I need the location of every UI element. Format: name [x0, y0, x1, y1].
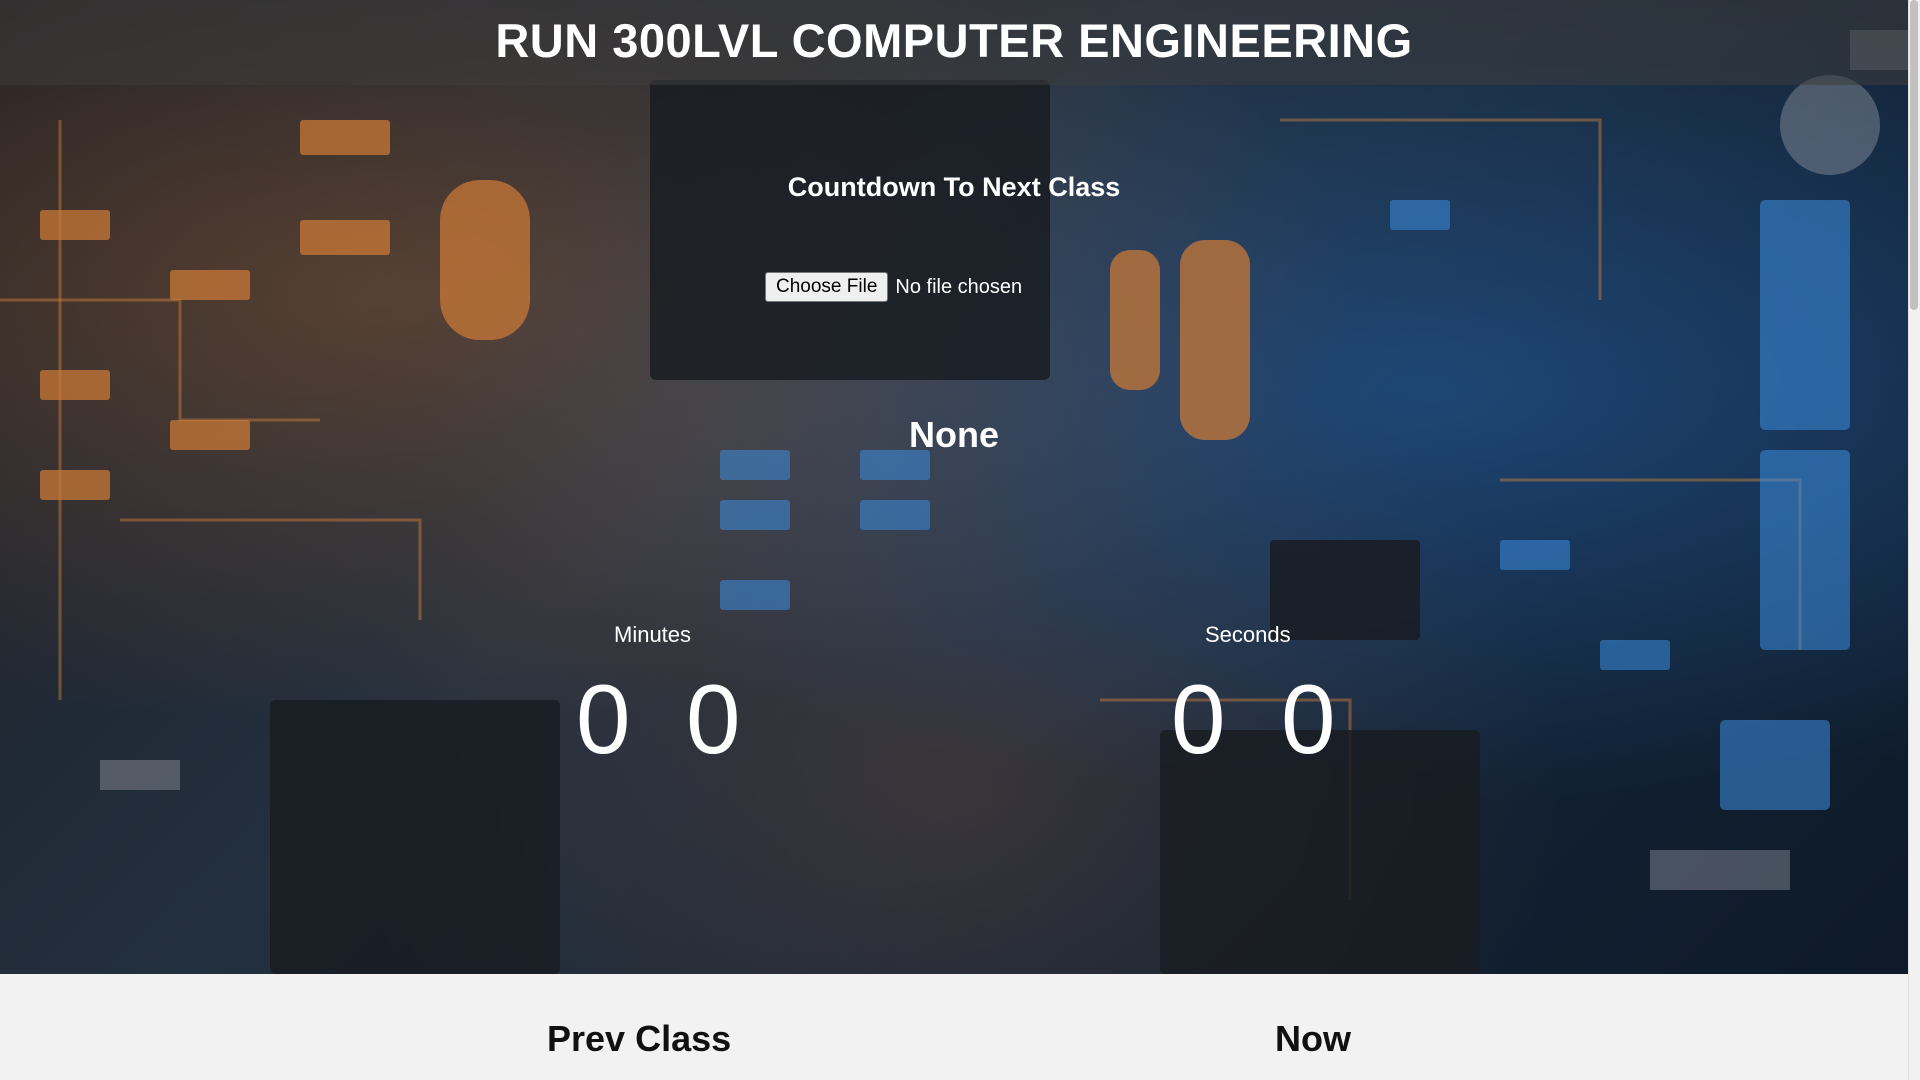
file-status-text: No file chosen	[895, 275, 1023, 298]
page-scrollbar[interactable]	[1908, 0, 1920, 1080]
choose-file-button[interactable]: Choose File	[765, 272, 889, 302]
scrollbar-thumb[interactable]	[1910, 0, 1918, 310]
file-picker[interactable]: Choose File No file chosen	[765, 272, 1022, 302]
seconds-ones-digit: 0	[1281, 664, 1336, 774]
minutes-ones-digit: 0	[686, 664, 741, 774]
seconds-tens-digit: 0	[1171, 664, 1226, 774]
hero-background: RUN 300LVL COMPUTER ENGINEERING Countdow…	[0, 0, 1908, 974]
circuit-board-image	[0, 30, 1908, 974]
now-class-heading: Now	[1275, 1018, 1351, 1059]
minutes-tens-digit: 0	[576, 664, 631, 774]
title-bar: RUN 300LVL COMPUTER ENGINEERING	[0, 0, 1908, 85]
seconds-display: 0 0	[1171, 664, 1336, 774]
schedule-section: Prev Class Now	[0, 974, 1908, 1080]
next-class-name: None	[909, 414, 999, 455]
minutes-label: Minutes	[614, 622, 692, 647]
countdown-label: Countdown To Next Class	[787, 172, 1121, 202]
seconds-label: Seconds	[1205, 622, 1291, 647]
page-title: RUN 300LVL COMPUTER ENGINEERING	[495, 14, 1413, 67]
prev-class-heading: Prev Class	[547, 1018, 732, 1059]
minutes-display: 0 0	[576, 664, 741, 774]
